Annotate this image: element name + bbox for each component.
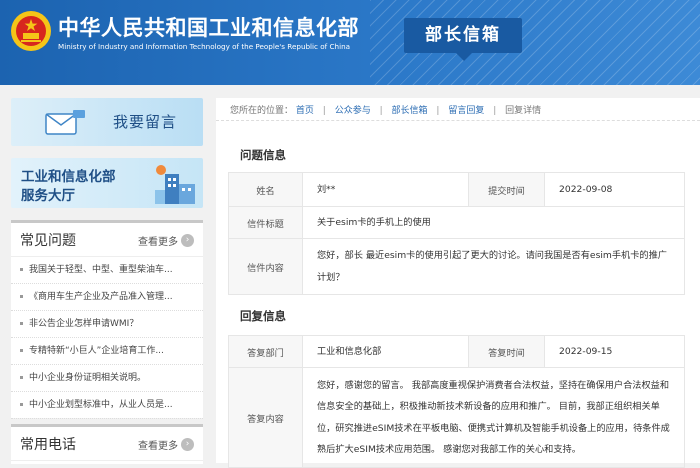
reply-section-title: 回复信息 [240, 309, 286, 323]
chevron-right-icon: › [181, 438, 194, 451]
envelope-icon [45, 110, 85, 135]
site-header: 中华人民共和国工业和信息化部 Ministry of Industry and … [0, 0, 700, 85]
faq-item[interactable]: 《商用车生产企业及产品准入管理... [11, 284, 203, 311]
faq-item-text: 我国关于轻型、中型、重型柴油车... [29, 265, 173, 275]
question-section-title: 问题信息 [240, 148, 286, 162]
bullet-icon [20, 376, 23, 379]
letter-content-label: 信件内容 [228, 238, 303, 295]
breadcrumb-minister-mailbox[interactable]: 部长信箱 [392, 106, 428, 116]
phone-more-link[interactable]: 查看更多 › [138, 437, 194, 452]
breadcrumb-separator: | [322, 106, 326, 116]
breadcrumb-public-participation[interactable]: 公众参与 [335, 106, 371, 116]
bullet-icon [20, 349, 23, 352]
service-hall-line1: 工业和信息化部 [21, 169, 116, 185]
phone-panel: 常用电话 查看更多 › [11, 424, 203, 464]
faq-item-text: 中小企业身份证明相关说明。 [29, 373, 147, 383]
faq-more-label: 查看更多 [138, 237, 178, 248]
faq-item[interactable]: 我国关于轻型、中型、重型柴油车... [11, 257, 203, 284]
faq-more-link[interactable]: 查看更多 › [138, 233, 194, 248]
reply-table: 答复部门 工业和信息化部 答复时间 2022-09-15 答复内容 您好，感谢您… [228, 335, 685, 468]
letter-content-value: 您好，部长 最近esim卡的使用引起了更大的讨论。请问我国是否有esim手机卡的… [302, 238, 685, 295]
site-title: 中华人民共和国工业和信息化部 [58, 16, 359, 40]
question-table: 姓名 刘** 提交时间 2022-09-08 信件标题 关于esim卡的手机上的… [228, 172, 685, 295]
faq-item-text: 非公告企业怎样申请WMI？ [29, 319, 139, 329]
breadcrumb-separator: | [436, 106, 440, 116]
service-hall-banner[interactable]: 工业和信息化部 服务大厅 [11, 158, 203, 208]
name-value: 刘** [302, 172, 469, 207]
reply-content-label: 答复内容 [228, 367, 303, 468]
leave-message-banner[interactable]: 我要留言 [11, 98, 203, 146]
faq-list: 我国关于轻型、中型、重型柴油车... 《商用车生产企业及产品准入管理... 非公… [11, 257, 203, 419]
faq-item[interactable]: 中小企业划型标准中，从业人员是... [11, 392, 203, 419]
bullet-icon [20, 322, 23, 325]
faq-item-text: 中小企业划型标准中，从业人员是... [29, 400, 173, 410]
faq-item-text: 专精特新“小巨人”企业培育工作... [29, 346, 164, 356]
bullet-icon [20, 268, 23, 271]
faq-item[interactable]: 非公告企业怎样申请WMI？ [11, 311, 203, 338]
building-icon [155, 165, 195, 204]
breadcrumb-separator: | [379, 106, 383, 116]
reply-dept-label: 答复部门 [228, 335, 303, 368]
breadcrumb-separator: | [493, 106, 497, 116]
breadcrumb: 您所在的位置： 首页 | 公众参与 | 部长信箱 | 留言回复 | 回复详情 [230, 103, 541, 116]
reply-content-value: 您好，感谢您的留言。 我部高度重视保护消费者合法权益，坚持在确保用户合法权益和信… [302, 367, 685, 468]
phone-panel-header: 常用电话 查看更多 › [11, 427, 203, 461]
breadcrumb-current: 回复详情 [505, 106, 542, 116]
reply-time-label: 答复时间 [468, 335, 545, 368]
bullet-icon [20, 403, 23, 406]
main-content: 您所在的位置： 首页 | 公众参与 | 部长信箱 | 留言回复 | 回复详情 问… [216, 98, 700, 468]
phone-more-label: 查看更多 [138, 441, 178, 452]
national-emblem-icon [11, 11, 51, 51]
faq-panel: 常见问题 查看更多 › 我国关于轻型、中型、重型柴油车... 《商用车生产企业及… [11, 220, 203, 419]
subject-value: 关于esim卡的手机上的使用 [302, 206, 685, 239]
breadcrumb-message-reply[interactable]: 留言回复 [448, 106, 484, 116]
faq-item[interactable]: 中小企业身份证明相关说明。 [11, 365, 203, 392]
faq-title: 常见问题 [20, 233, 76, 249]
submit-time-label: 提交时间 [468, 172, 545, 207]
leave-message-label: 我要留言 [113, 113, 178, 131]
site-subtitle: Ministry of Industry and Information Tec… [58, 42, 351, 51]
breadcrumb-home[interactable]: 首页 [296, 106, 314, 116]
name-label: 姓名 [228, 172, 303, 207]
submit-time-value: 2022-09-08 [544, 172, 685, 207]
service-hall-line2: 服务大厅 [21, 188, 75, 204]
faq-panel-header: 常见问题 查看更多 › [11, 223, 203, 257]
bullet-icon [20, 295, 23, 298]
faq-item-text: 《商用车生产企业及产品准入管理... [29, 292, 173, 302]
breadcrumb-divider [216, 120, 700, 121]
reply-time-value: 2022-09-15 [544, 335, 685, 368]
breadcrumb-prefix: 您所在的位置： [230, 106, 294, 116]
chevron-right-icon: › [181, 234, 194, 247]
minister-mailbox-badge[interactable]: 部长信箱 [404, 18, 522, 61]
subject-label: 信件标题 [228, 206, 303, 239]
phone-title: 常用电话 [20, 437, 76, 453]
reply-dept-value: 工业和信息化部 [302, 335, 469, 368]
faq-item[interactable]: 专精特新“小巨人”企业培育工作... [11, 338, 203, 365]
